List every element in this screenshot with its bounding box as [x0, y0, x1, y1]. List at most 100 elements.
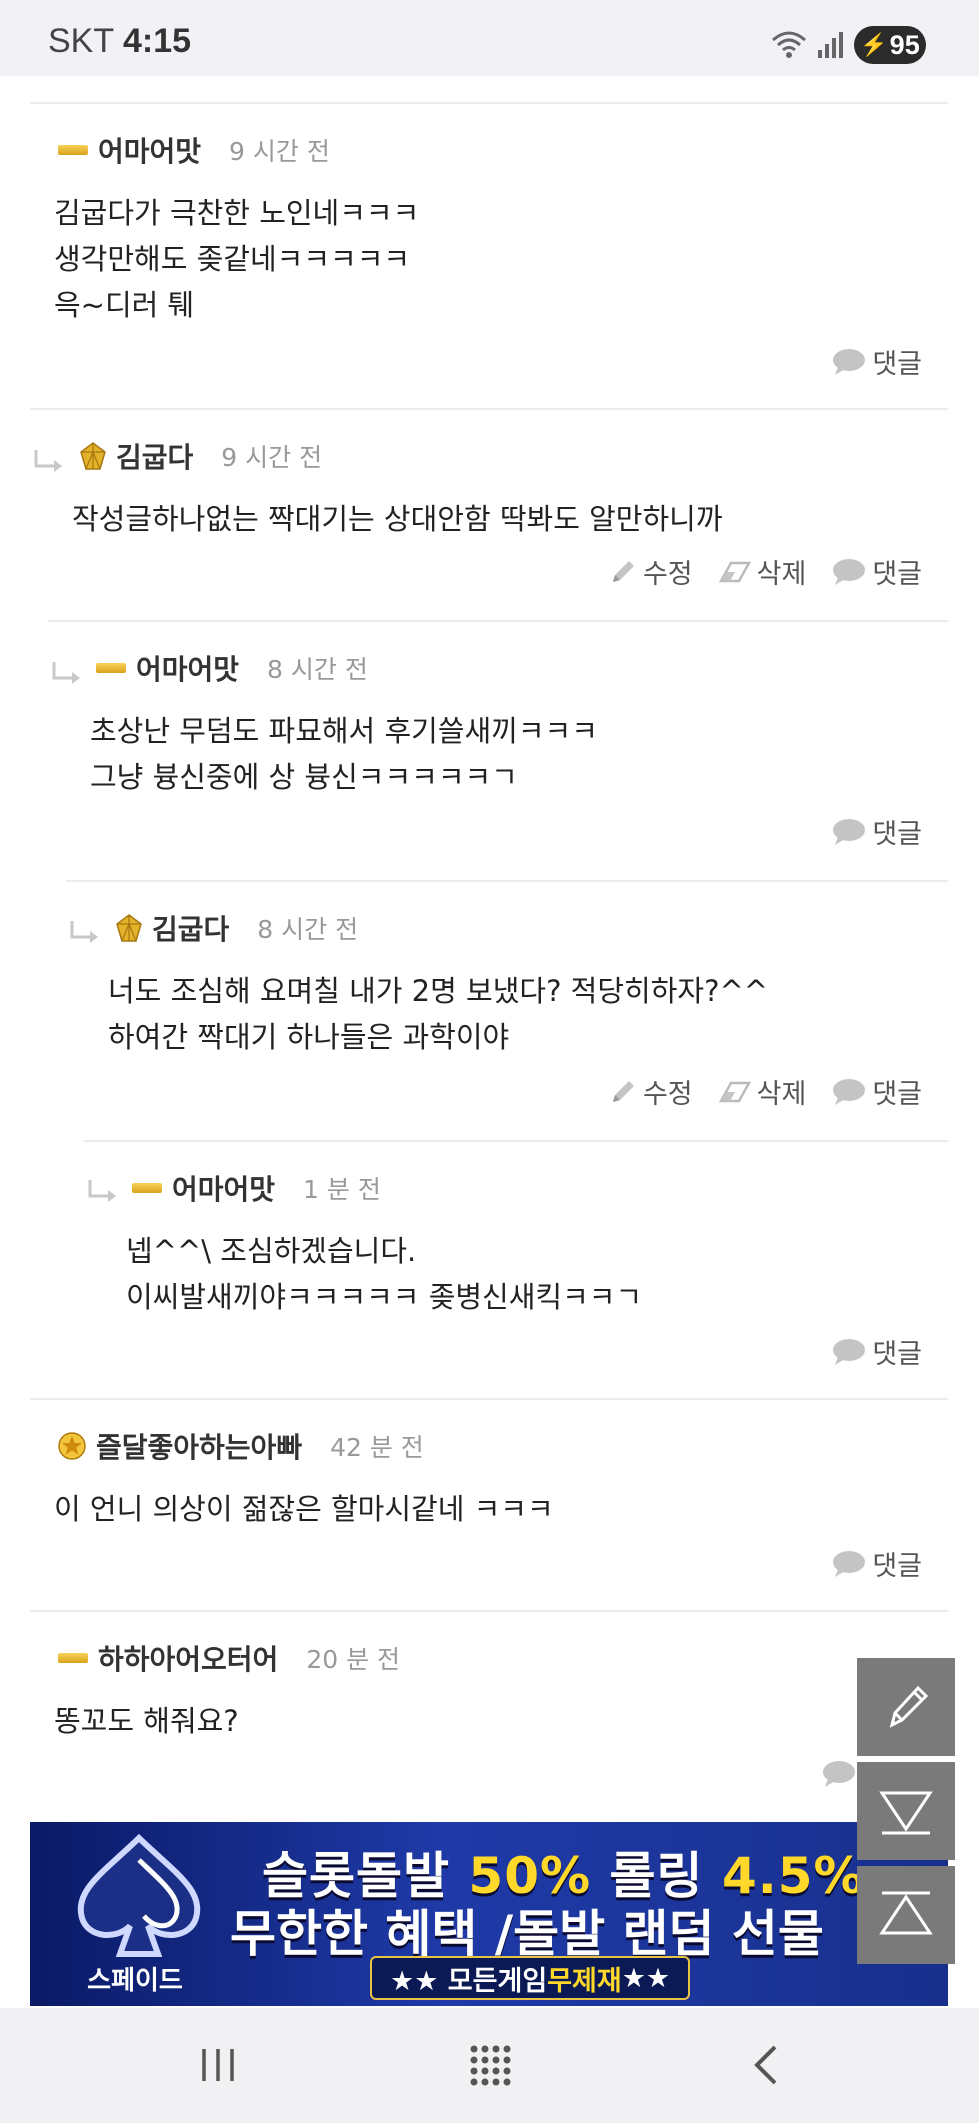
system-nav-bar: [0, 2008, 979, 2123]
scroll-down-button[interactable]: [857, 1762, 955, 1860]
speech-bubble-icon: [833, 1550, 866, 1577]
reply-label: 댓글: [872, 1551, 922, 1582]
comment-actions: 댓글: [832, 1544, 922, 1583]
scroll-top-icon: [879, 1891, 933, 1935]
comment-body: 너도 조심해 요며칠 내가 2명 보냈다? 적당히하자?^^ 하여간 짝대기 하…: [108, 968, 768, 1060]
gold-bar-icon: [132, 1183, 162, 1193]
comment-line: 하여간 짝대기 하나들은 과학이야: [108, 1020, 510, 1054]
back-icon: [754, 2045, 777, 2085]
comment-body: 넵^^\ 조심하겠습니다. 이씨발새끼야ㅋㅋㅋㅋㅋ 좆병신새킥ㅋㅋㄱ: [126, 1228, 642, 1320]
delete-label: 삭제: [756, 1079, 807, 1110]
ad-brand: 스페이드: [87, 1966, 183, 1996]
reply-button[interactable]: 댓글: [832, 342, 922, 381]
comment-author[interactable]: 김굽다: [152, 908, 229, 948]
edit-label: 수정: [642, 559, 693, 590]
comment-line: 작성글하나없는 짝대기는 상대안함 딱봐도 알만하니까: [72, 502, 723, 536]
gold-bar-icon: [58, 1653, 88, 1663]
gold-star-icon: [58, 1432, 86, 1460]
delete-label: 삭제: [756, 559, 807, 590]
comment-time: 42 분 전: [330, 1433, 424, 1462]
comment-item: 김굽다 8 시간 전 너도 조심해 요며칠 내가 2명 보냈다? 적당히하자?^…: [66, 880, 948, 1140]
comment-body: 똥꼬도 해줘요?: [54, 1698, 239, 1744]
reply-button[interactable]: 댓글: [832, 1072, 922, 1111]
comment-line: 똥꼬도 해줘요?: [54, 1704, 239, 1738]
home-button[interactable]: [460, 2040, 520, 2090]
comment-item: 어마어맛 8 시간 전 초상난 무덤도 파묘해서 후기쓸새끼ㅋㅋㅋ 그냥 븅신중…: [48, 620, 948, 880]
reply-label: 댓글: [872, 349, 922, 380]
recent-apps-icon: [202, 2049, 234, 2081]
comment-line: 생각만해도 좆같네ㅋㅋㅋㅋㅋ: [54, 242, 411, 276]
comment-time: 8 시간 전: [267, 655, 368, 684]
comment-author[interactable]: 어마어맛: [98, 130, 201, 170]
reply-button[interactable]: 댓글: [832, 1332, 922, 1371]
reply-button[interactable]: 댓글: [832, 812, 922, 851]
comment-header: 김굽다 8 시간 전: [116, 908, 358, 948]
comment-line: 넵^^\ 조심하겠습니다.: [126, 1234, 417, 1268]
charging-icon: ⚡: [860, 32, 888, 57]
ad-strip-part: 무제재: [547, 1965, 622, 1997]
reply-button[interactable]: 댓글: [832, 552, 922, 591]
spade-logo-icon: [77, 1833, 201, 1957]
delete-button[interactable]: 삭제: [718, 552, 807, 591]
write-button[interactable]: [857, 1658, 955, 1756]
eraser-icon: [718, 561, 751, 582]
comment-body: 이 언니 의상이 젊잖은 할마시같네 ㅋㅋㅋ: [54, 1486, 554, 1532]
comment-item: 하하아어오터어 20 분 전 똥꼬도 해줘요?: [30, 1610, 948, 1822]
recent-apps-button[interactable]: [188, 2040, 248, 2090]
edit-button[interactable]: 수정: [609, 1072, 693, 1111]
reply-label: 댓글: [872, 1339, 922, 1370]
comment-actions: 수정 삭제 댓글: [609, 1072, 922, 1111]
comment-header: 어마어맛 1 분 전: [132, 1168, 381, 1208]
comment-body: 작성글하나없는 짝대기는 상대안함 딱봐도 알만하니까: [72, 496, 723, 542]
comment-line: 이씨발새끼야ㅋㅋㅋㅋㅋ 좆병신새킥ㅋㅋㄱ: [126, 1280, 643, 1314]
speech-bubble-icon: [833, 1078, 866, 1105]
comment-actions: 댓글: [832, 1332, 922, 1371]
scroll-down-icon: [879, 1791, 933, 1835]
status-bar: SKT 4:15 ⚡ 95: [0, 0, 979, 76]
comment-body: 초상난 무덤도 파묘해서 후기쓸새끼ㅋㅋㅋ 그냥 븅신중에 상 븅신ㅋㅋㅋㅋㅋㄱ: [90, 708, 598, 800]
edit-label: 수정: [642, 1079, 693, 1110]
ad-strip-part: ★★ 모든게임: [390, 1965, 548, 1997]
comment-time: 9 시간 전: [221, 443, 323, 472]
battery-indicator: ⚡ 95: [854, 26, 926, 64]
comment-actions: 댓글: [832, 812, 922, 851]
comment-author[interactable]: 김굽다: [116, 436, 193, 476]
clock: 4:15: [122, 22, 192, 60]
scroll-top-button[interactable]: [857, 1866, 955, 1964]
speech-bubble-icon: [833, 1338, 866, 1365]
comment-author[interactable]: 하하아어오터어: [98, 1638, 278, 1678]
home-icon: [470, 2045, 511, 2086]
comment-header: 즐달좋아하는아빠 42 분 전: [58, 1426, 424, 1466]
eraser-icon: [718, 1081, 751, 1102]
gold-gem-icon: [116, 914, 142, 942]
speech-bubble-icon[interactable]: [822, 1760, 856, 1788]
comment-author[interactable]: 어마어맛: [136, 648, 239, 688]
back-button[interactable]: [736, 2040, 796, 2090]
comment-author[interactable]: 즐달좋아하는아빠: [96, 1426, 302, 1466]
reply-button[interactable]: 댓글: [832, 1544, 922, 1583]
wifi-icon: [772, 31, 806, 58]
comment-line: 이 언니 의상이 젊잖은 할마시같네 ㅋㅋㅋ: [54, 1492, 554, 1526]
delete-button[interactable]: 삭제: [718, 1072, 807, 1111]
pencil-icon: [889, 1685, 929, 1728]
comment-time: 1 분 전: [303, 1175, 381, 1204]
signal-icon: [818, 32, 843, 58]
comment-author[interactable]: 어마어맛: [172, 1168, 275, 1208]
comment-line: 윽~디러 퉤: [54, 288, 195, 322]
speech-bubble-icon: [833, 348, 866, 375]
comment-item: 김굽다 9 시간 전 작성글하나없는 짝대기는 상대안함 딱봐도 알만하니까 수…: [30, 408, 948, 620]
comment-item: 즐달좋아하는아빠 42 분 전 이 언니 의상이 젊잖은 할마시같네 ㅋㅋㅋ 댓…: [30, 1398, 948, 1610]
comment-header: 어마어맛 8 시간 전: [96, 648, 368, 688]
comment-actions: 수정 삭제 댓글: [609, 552, 922, 591]
carrier: SKT: [48, 22, 114, 60]
comment-header: 김굽다 9 시간 전: [80, 436, 322, 476]
edit-button[interactable]: 수정: [609, 552, 693, 591]
comment-actions: 댓글: [832, 342, 922, 381]
ad-banner[interactable]: 스페이드 슬롯돌발 50% 롤링 4.5% 무한한 혜택 /돌발 랜덤 선물 ★…: [30, 1822, 948, 2006]
battery-level: 95: [889, 29, 920, 60]
ad-strip-part: ★★: [621, 1962, 671, 1994]
comment-line: 그냥 븅신중에 상 븅신ㅋㅋㅋㅋㅋㄱ: [90, 760, 518, 794]
comment-line: 김굽다가 극찬한 노인네ㅋㅋㅋ: [54, 196, 420, 230]
speech-bubble-icon: [833, 558, 866, 585]
pencil-icon: [612, 560, 634, 582]
